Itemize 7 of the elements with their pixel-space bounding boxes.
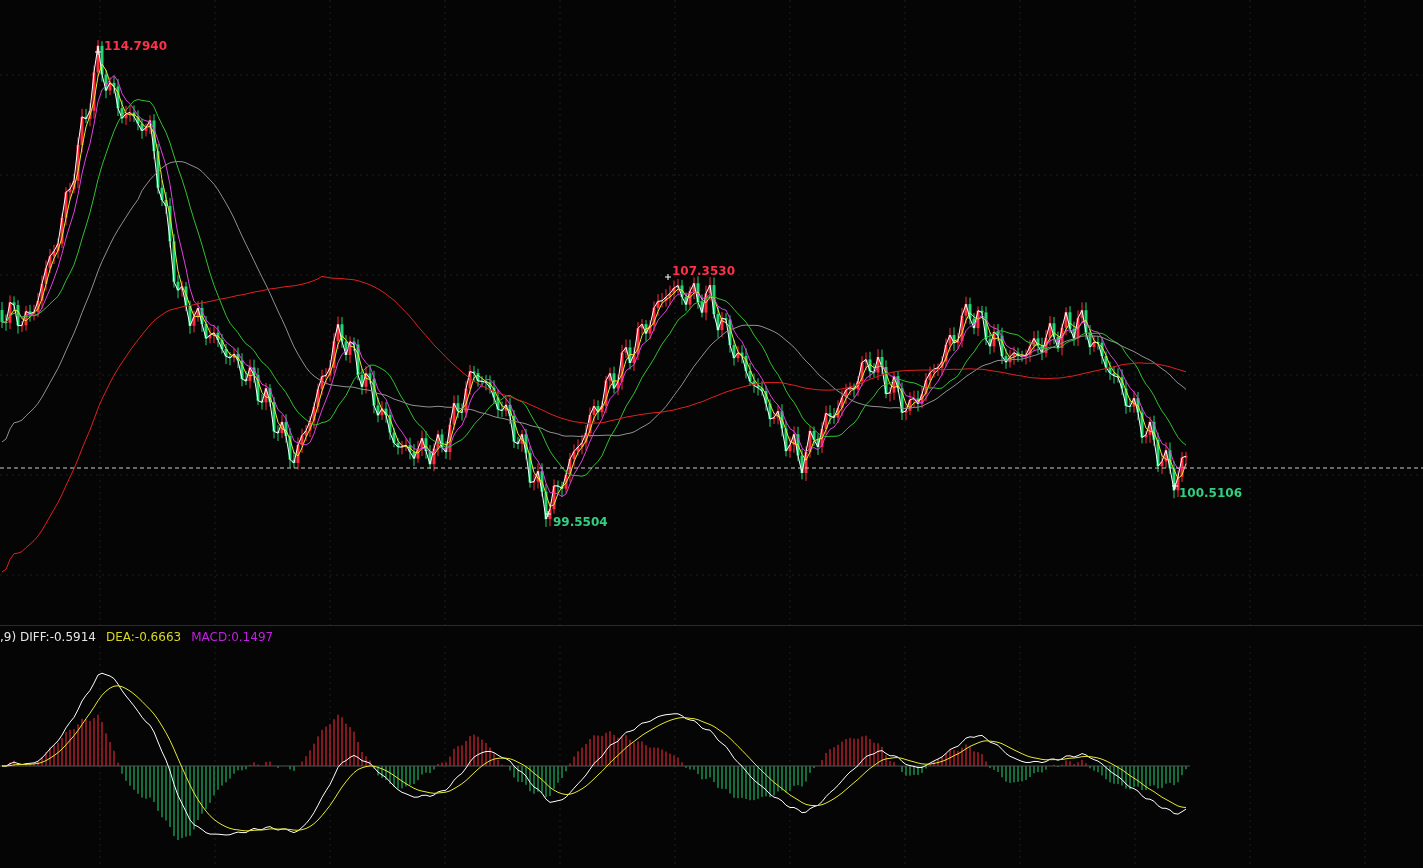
low-price-label: 100.5106 [1179,487,1242,499]
high-price-label: 107.3530 [672,265,735,277]
low-price-label: 99.5504 [553,516,608,528]
indicator-value: DEA:-0.6663 [105,629,182,646]
high-price-label: 114.7940 [104,40,167,52]
indicator-value: ,9) DIFF:-0.5914 [0,629,96,646]
indicator-value: MACD:0.1497 [191,629,274,646]
